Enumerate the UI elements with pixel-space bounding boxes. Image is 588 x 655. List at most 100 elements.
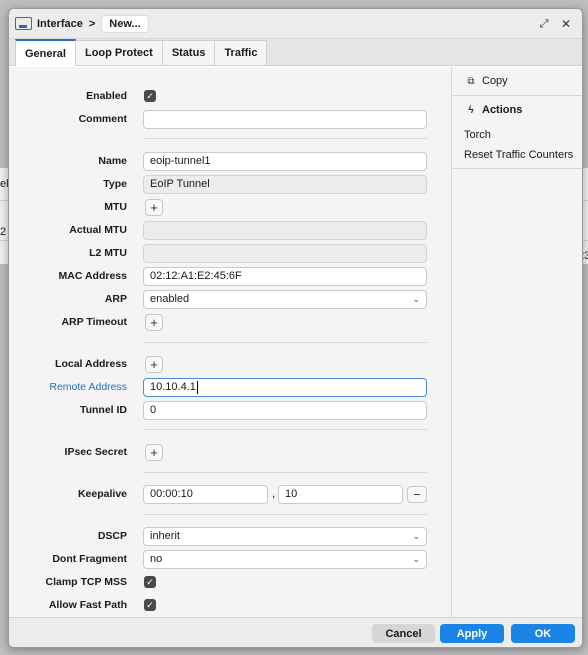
type-field: EoIP Tunnel bbox=[143, 174, 427, 194]
keepalive-label: Keepalive bbox=[77, 488, 127, 500]
tab-loop-protect[interactable]: Loop Protect bbox=[74, 40, 163, 65]
dscp-label: DSCP bbox=[97, 530, 127, 542]
keepalive-remove-button[interactable]: − bbox=[407, 485, 427, 503]
restore-icon[interactable]: ⤢ bbox=[536, 16, 552, 32]
tab-status[interactable]: Status bbox=[161, 40, 216, 65]
l2-mtu-label: L2 MTU bbox=[89, 247, 127, 259]
actions-heading-label: Actions bbox=[482, 104, 523, 116]
ok-button[interactable]: OK bbox=[511, 624, 575, 643]
type-row: Type EoIP Tunnel bbox=[9, 174, 452, 194]
remote-address-value: 10.10.4.1 bbox=[150, 381, 196, 393]
tunnel-id-row: Tunnel ID 0 bbox=[9, 400, 452, 420]
actions-sidebar: ⧉ Copy ϟ Actions Torch Reset Traffic Cou… bbox=[452, 67, 582, 617]
remote-address-row: Remote Address 10.10.4.1 bbox=[9, 377, 452, 397]
mac-address-row: MAC Address 02:12:A1:E2:45:6F bbox=[9, 266, 452, 286]
arp-timeout-row: ARP Timeout + bbox=[9, 312, 452, 332]
divider bbox=[143, 342, 427, 343]
divider bbox=[143, 429, 427, 430]
tab-general[interactable]: General bbox=[15, 39, 76, 66]
local-address-label: Local Address bbox=[55, 358, 127, 370]
divider bbox=[143, 514, 427, 515]
clamp-tcp-mss-row: Clamp TCP MSS ✓ bbox=[9, 572, 452, 592]
actions-heading: ϟ Actions bbox=[452, 99, 582, 121]
tunnel-id-input[interactable]: 0 bbox=[143, 400, 427, 420]
mac-address-input[interactable]: 02:12:A1:E2:45:6F bbox=[143, 266, 427, 286]
general-form: Enabled ✓ Comment Name eoip-tunnel1 Type… bbox=[9, 67, 452, 617]
dscp-select-value: inherit bbox=[150, 530, 180, 542]
dscp-row: DSCP inherit ⌄ bbox=[9, 526, 452, 546]
copy-label: Copy bbox=[482, 75, 508, 87]
copy-button[interactable]: ⧉ Copy bbox=[452, 70, 582, 92]
text-cursor bbox=[196, 380, 198, 394]
dont-fragment-label: Dont Fragment bbox=[52, 553, 127, 565]
allow-fast-path-label: Allow Fast Path bbox=[48, 599, 127, 611]
titlebar[interactable]: Interface > New... ⤢ ✕ bbox=[9, 9, 582, 39]
dscp-select[interactable]: inherit ⌄ bbox=[143, 526, 427, 546]
comment-input[interactable] bbox=[143, 109, 427, 129]
remote-address-label: Remote Address bbox=[49, 381, 127, 393]
actual-mtu-label: Actual MTU bbox=[69, 224, 127, 236]
ipsec-secret-label: IPsec Secret bbox=[64, 446, 127, 458]
breadcrumb-interface[interactable]: Interface bbox=[37, 18, 83, 30]
reset-traffic-counters-action[interactable]: Reset Traffic Counters bbox=[452, 145, 582, 165]
breadcrumb-separator: > bbox=[88, 17, 96, 30]
lightning-icon: ϟ bbox=[468, 104, 474, 116]
chevron-down-icon: ⌄ bbox=[412, 293, 420, 304]
keepalive-separator: , bbox=[272, 488, 276, 500]
apply-button[interactable]: Apply bbox=[440, 624, 504, 643]
dialog-body: Enabled ✓ Comment Name eoip-tunnel1 Type… bbox=[9, 67, 582, 617]
type-label: Type bbox=[103, 178, 127, 190]
copy-icon: ⧉ bbox=[467, 75, 475, 87]
actual-mtu-field bbox=[143, 220, 427, 240]
divider bbox=[143, 138, 427, 139]
arp-select-value: enabled bbox=[150, 293, 190, 305]
l2-mtu-row: L2 MTU bbox=[9, 243, 452, 263]
background-text: 2 bbox=[0, 226, 7, 238]
keepalive-retries-input[interactable]: 10 bbox=[278, 484, 403, 504]
arp-label: ARP bbox=[104, 293, 127, 305]
arp-row: ARP enabled ⌄ bbox=[9, 289, 452, 309]
comment-label: Comment bbox=[78, 113, 127, 125]
interface-icon bbox=[15, 17, 32, 30]
divider bbox=[452, 95, 582, 96]
name-input[interactable]: eoip-tunnel1 bbox=[143, 151, 427, 171]
dont-fragment-select[interactable]: no ⌄ bbox=[143, 549, 427, 569]
cancel-button[interactable]: Cancel bbox=[372, 624, 435, 643]
tunnel-id-label: Tunnel ID bbox=[79, 404, 127, 416]
name-row: Name eoip-tunnel1 bbox=[9, 151, 452, 171]
actual-mtu-row: Actual MTU bbox=[9, 220, 452, 240]
comment-row: Comment bbox=[9, 109, 452, 129]
clamp-tcp-mss-checkbox[interactable]: ✓ bbox=[144, 576, 156, 588]
local-address-add-button[interactable]: + bbox=[145, 355, 163, 373]
arp-timeout-label: ARP Timeout bbox=[61, 316, 127, 328]
interface-dialog: Interface > New... ⤢ ✕ General Loop Prot… bbox=[8, 8, 583, 648]
enabled-checkbox[interactable]: ✓ bbox=[144, 90, 156, 102]
tab-traffic[interactable]: Traffic bbox=[214, 40, 268, 65]
name-label: Name bbox=[98, 155, 127, 167]
chevron-down-icon: ⌄ bbox=[412, 530, 420, 541]
mtu-label: MTU bbox=[104, 201, 127, 213]
mtu-add-button[interactable]: + bbox=[145, 198, 163, 216]
mtu-row: MTU + bbox=[9, 197, 452, 217]
dont-fragment-row: Dont Fragment no ⌄ bbox=[9, 549, 452, 569]
keepalive-row: Keepalive 00:00:10 , 10 − bbox=[9, 484, 452, 504]
l2-mtu-field bbox=[143, 243, 427, 263]
torch-action[interactable]: Torch bbox=[452, 125, 582, 145]
divider bbox=[452, 168, 582, 169]
close-icon[interactable]: ✕ bbox=[558, 16, 574, 32]
dont-fragment-select-value: no bbox=[150, 553, 163, 565]
ipsec-secret-row: IPsec Secret + bbox=[9, 442, 452, 462]
allow-fast-path-checkbox[interactable]: ✓ bbox=[144, 599, 156, 611]
arp-timeout-add-button[interactable]: + bbox=[145, 313, 163, 331]
local-address-row: Local Address + bbox=[9, 354, 452, 374]
ipsec-secret-add-button[interactable]: + bbox=[145, 443, 163, 461]
divider bbox=[143, 472, 427, 473]
clamp-tcp-mss-label: Clamp TCP MSS bbox=[45, 576, 128, 588]
chevron-down-icon: ⌄ bbox=[412, 553, 420, 564]
keepalive-interval-input[interactable]: 00:00:10 bbox=[143, 484, 268, 504]
remote-address-input[interactable]: 10.10.4.1 bbox=[143, 377, 427, 397]
dialog-footer: Cancel Apply OK bbox=[9, 617, 582, 647]
arp-select[interactable]: enabled ⌄ bbox=[143, 289, 427, 309]
enabled-label: Enabled bbox=[86, 90, 127, 102]
tab-bar: General Loop Protect Status Traffic bbox=[9, 39, 582, 66]
